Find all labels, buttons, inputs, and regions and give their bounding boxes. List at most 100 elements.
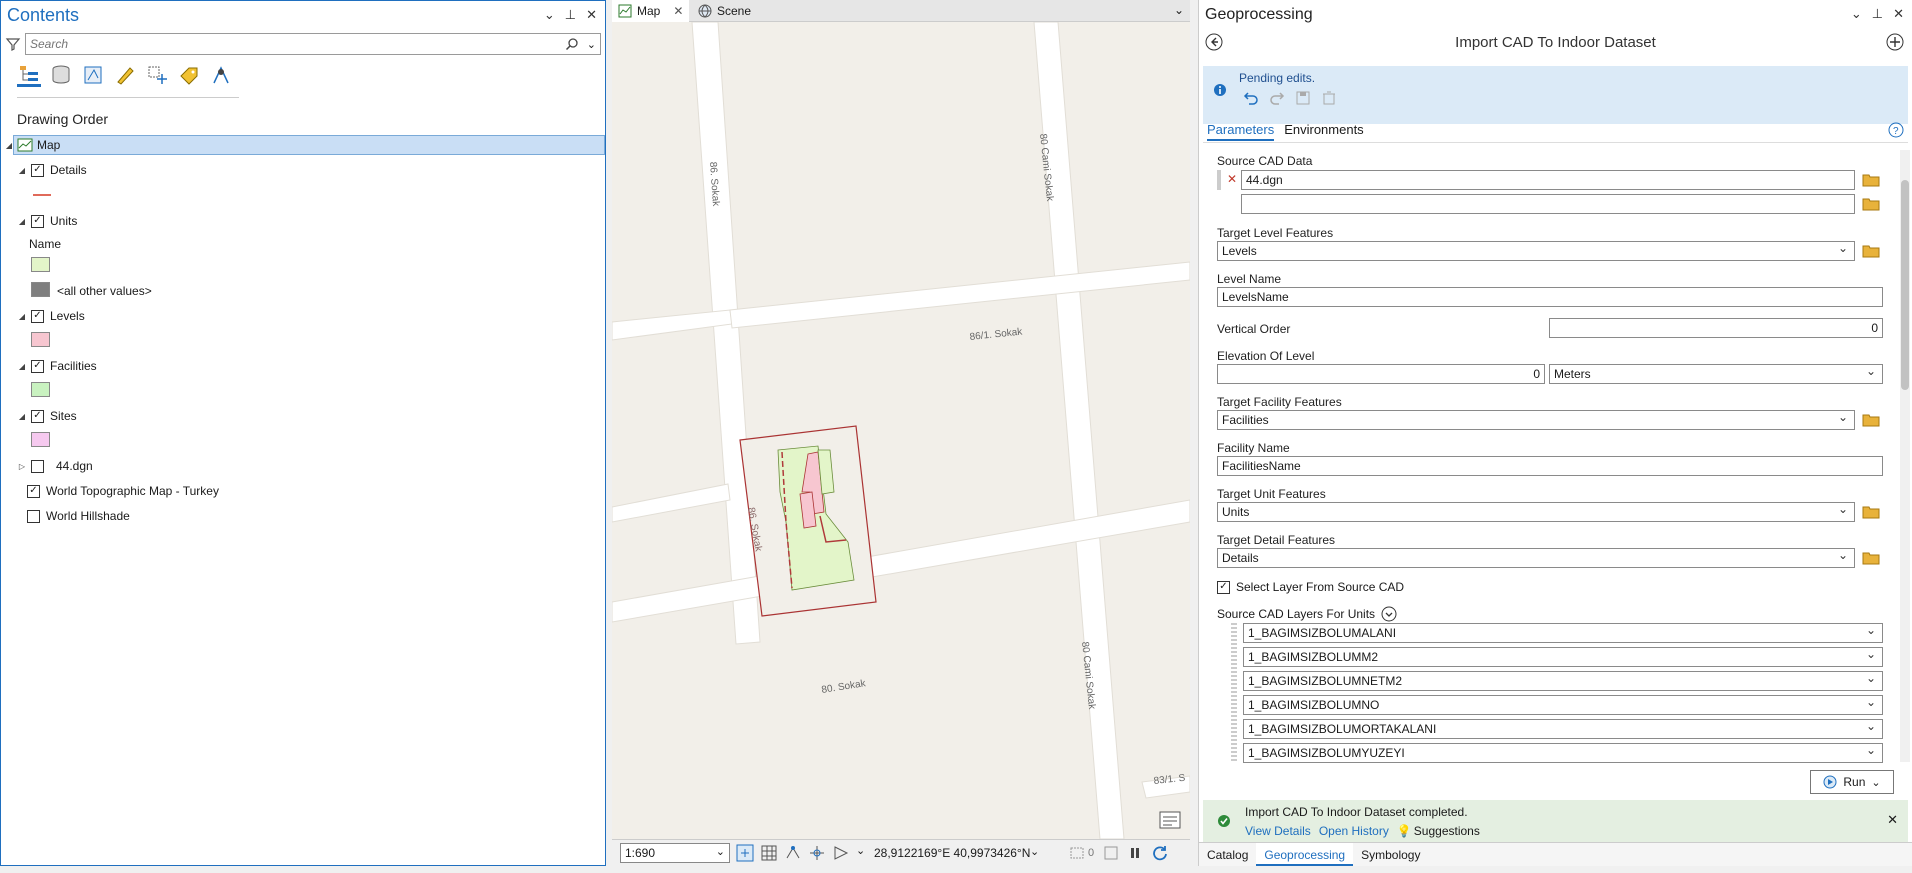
levels-visibility-checkbox[interactable]: ✓	[31, 309, 44, 323]
folder-icon[interactable]	[1862, 413, 1880, 427]
map-view[interactable]: 86. Sokak 80 Cami Sokak 86/1. Sokak 86. …	[612, 22, 1190, 839]
run-dropdown-icon[interactable]: ⌄	[1871, 776, 1880, 789]
facility-name-input[interactable]: FacilitiesName	[1217, 456, 1883, 476]
discard-edits-icon[interactable]	[1321, 90, 1337, 106]
pin-icon[interactable]: ⊥	[1872, 6, 1883, 22]
target-unit-select[interactable]: Units	[1217, 502, 1855, 522]
list-by-drawing-order-icon[interactable]	[17, 63, 41, 87]
other-values-swatch[interactable]	[31, 282, 50, 297]
coordinate-format-dropdown-icon[interactable]: ⌄	[1030, 845, 1039, 858]
topographic-visibility-checkbox[interactable]: ✓	[27, 484, 40, 498]
details-visibility-checkbox[interactable]: ✓	[31, 163, 44, 177]
target-detail-select[interactable]: Details	[1217, 548, 1855, 568]
tab-environments[interactable]: Environments	[1284, 122, 1363, 141]
pause-icon[interactable]	[1128, 846, 1142, 860]
target-facility-select[interactable]: Facilities	[1217, 410, 1855, 430]
list-by-data-source-icon[interactable]	[49, 63, 73, 87]
folder-icon[interactable]	[1862, 244, 1880, 258]
collapse-circle-icon[interactable]	[1381, 606, 1397, 622]
undo-icon[interactable]	[1243, 90, 1259, 106]
collapse-triangle-icon[interactable]: ◢	[17, 312, 27, 321]
search-dropdown-icon[interactable]: ⌄	[587, 38, 596, 51]
list-by-editing-icon[interactable]	[113, 63, 137, 87]
snapping-icon[interactable]	[784, 844, 802, 862]
remove-row-icon[interactable]: ✕	[1227, 172, 1237, 186]
scale-dropdown-icon[interactable]: ⌄	[716, 845, 725, 858]
suggestions-link[interactable]: 💡 Suggestions	[1397, 824, 1480, 838]
target-level-select[interactable]: Levels	[1217, 241, 1855, 261]
expand-triangle-icon[interactable]: ▷	[17, 462, 27, 471]
layer-select-6[interactable]: 1_BAGIMSIZBOLUMYUZEYI	[1243, 743, 1883, 763]
status-more-icon[interactable]: ⌄	[856, 844, 865, 862]
map-canvas[interactable]: 86. Sokak 80 Cami Sokak 86/1. Sokak 86. …	[612, 22, 1190, 839]
select-layer-checkbox[interactable]: ✓	[1217, 580, 1230, 594]
row-drag-handle[interactable]	[1217, 170, 1221, 190]
scrollbar-thumb[interactable]	[1901, 180, 1909, 390]
folder-icon[interactable]	[1862, 505, 1880, 519]
tree-item-levels[interactable]: ◢ ✓ Levels	[17, 306, 85, 326]
collapse-triangle-icon[interactable]: ◢	[17, 362, 27, 371]
run-button[interactable]: Run ⌄	[1810, 770, 1894, 794]
level-name-input[interactable]: LevelsName	[1217, 287, 1883, 307]
tree-item-facilities[interactable]: ◢ ✓ Facilities	[17, 356, 97, 376]
cad-visibility-checkbox[interactable]	[31, 459, 44, 473]
selection-icon[interactable]	[1070, 845, 1086, 861]
tab-symbology[interactable]: Symbology	[1353, 843, 1428, 866]
fixed-zoom-icon[interactable]	[736, 844, 754, 862]
layer-select-3[interactable]: 1_BAGIMSIZBOLUMNETM2	[1243, 671, 1883, 691]
tab-geoprocessing[interactable]: Geoprocessing	[1256, 843, 1354, 866]
sites-swatch[interactable]	[31, 432, 50, 447]
collapse-triangle-icon[interactable]: ◢	[17, 217, 27, 226]
redo-icon[interactable]	[1269, 90, 1285, 106]
source-cad-empty-input[interactable]	[1241, 194, 1855, 214]
vertical-order-input[interactable]: 0	[1549, 318, 1883, 338]
open-history-link[interactable]: Open History	[1319, 824, 1389, 838]
units-swatch[interactable]	[31, 257, 50, 272]
tab-scene[interactable]: Scene	[692, 0, 757, 22]
close-icon[interactable]: ✕	[586, 7, 597, 23]
hillshade-visibility-checkbox[interactable]	[27, 509, 40, 523]
parameters-scrollbar[interactable]	[1900, 150, 1910, 762]
view-details-link[interactable]: View Details	[1245, 824, 1311, 838]
tab-parameters[interactable]: Parameters	[1207, 122, 1275, 141]
dismiss-banner-icon[interactable]: ✕	[1887, 812, 1898, 828]
navigation-icon[interactable]	[832, 844, 850, 862]
layer-select-1[interactable]: 1_BAGIMSIZBOLUMALANI	[1243, 623, 1883, 643]
sites-visibility-checkbox[interactable]: ✓	[31, 409, 44, 423]
elevation-input[interactable]: 0	[1217, 364, 1545, 384]
layer-select-4[interactable]: 1_BAGIMSIZBOLUMNO	[1243, 695, 1883, 715]
layer-select-2[interactable]: 1_BAGIMSIZBOLUMM2	[1243, 647, 1883, 667]
source-cad-input[interactable]: 44.dgn	[1241, 170, 1855, 190]
layer-select-5[interactable]: 1_BAGIMSIZBOLUMORTAKALANI	[1243, 719, 1883, 739]
tab-catalog[interactable]: Catalog	[1199, 843, 1256, 866]
pane-menu-icon[interactable]: ⌄	[1851, 6, 1862, 22]
folder-icon[interactable]	[1862, 551, 1880, 565]
elevation-unit-select[interactable]: Meters	[1549, 364, 1883, 384]
contents-search-input[interactable]	[30, 37, 565, 51]
tree-item-units[interactable]: ◢ ✓ Units	[17, 211, 77, 231]
map-overlay-toggle-icon[interactable]	[1159, 811, 1181, 829]
facilities-swatch[interactable]	[31, 382, 50, 397]
select-layer-row[interactable]: ✓ Select Layer From Source CAD	[1217, 580, 1404, 594]
collapse-triangle-icon[interactable]: ◢	[17, 412, 27, 421]
tab-overflow-icon[interactable]: ⌄	[1174, 3, 1184, 17]
facilities-visibility-checkbox[interactable]: ✓	[31, 359, 44, 373]
list-by-perspective-imagery-icon[interactable]	[209, 63, 233, 87]
close-icon[interactable]: ✕	[673, 4, 683, 18]
grid-icon[interactable]	[760, 844, 778, 862]
tree-item-details[interactable]: ◢ ✓ Details	[17, 160, 87, 180]
tree-item-sites[interactable]: ◢ ✓ Sites	[17, 406, 77, 426]
tree-item-cad[interactable]: ▷ 44.dgn	[17, 456, 93, 476]
filter-icon[interactable]	[5, 36, 21, 52]
refresh-icon[interactable]	[1152, 845, 1168, 861]
save-edits-icon[interactable]	[1295, 90, 1311, 106]
refresh-cache-icon[interactable]	[1104, 846, 1118, 860]
levels-swatch[interactable]	[31, 332, 50, 347]
units-visibility-checkbox[interactable]: ✓	[31, 214, 44, 228]
search-icon[interactable]	[565, 37, 579, 51]
list-by-labeling-icon[interactable]	[177, 63, 201, 87]
correction-icon[interactable]	[808, 844, 826, 862]
pane-menu-icon[interactable]: ⌄	[544, 7, 555, 23]
tree-item-hillshade[interactable]: World Hillshade	[27, 506, 130, 526]
folder-icon[interactable]	[1862, 197, 1880, 211]
